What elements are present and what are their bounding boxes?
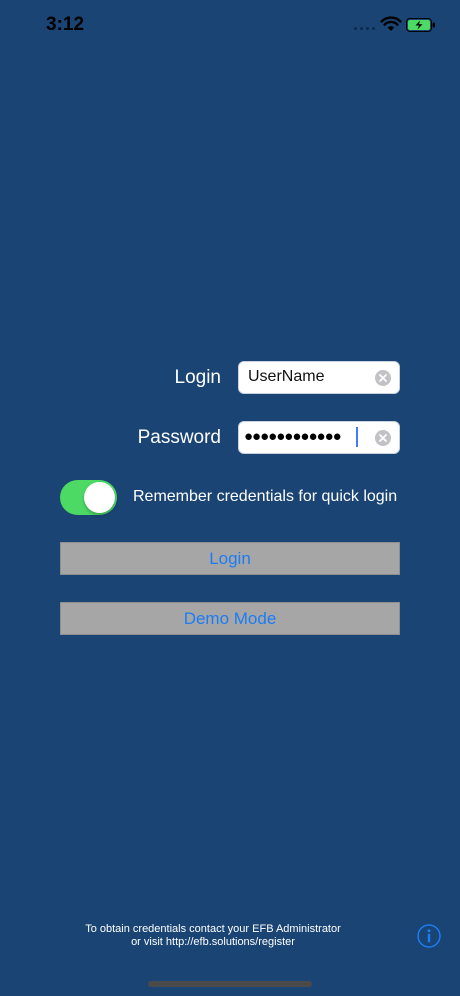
remember-label: Remember credentials for quick login	[133, 488, 398, 505]
clear-icon[interactable]	[375, 370, 391, 386]
login-button[interactable]: Login	[60, 542, 400, 575]
home-indicator	[148, 981, 312, 987]
demo-mode-button[interactable]: Demo Mode	[60, 602, 400, 635]
footer-text: To obtain credentials contact your EFB A…	[40, 923, 386, 949]
username-value: UserName	[248, 368, 325, 385]
status-bar: 3:12	[0, 0, 460, 50]
info-icon[interactable]	[417, 924, 441, 948]
footer-line-2: or visit http://efb.solutions/register	[131, 936, 295, 948]
remember-toggle[interactable]	[60, 480, 117, 515]
wifi-icon	[380, 16, 402, 31]
toggle-knob	[84, 482, 115, 513]
battery-charging-icon	[406, 18, 435, 32]
password-value: ●●●●●●●●●●●●	[244, 428, 342, 445]
footer-line-1: To obtain credentials contact your EFB A…	[85, 923, 341, 935]
password-label: Password	[137, 427, 221, 448]
clear-icon[interactable]	[375, 430, 391, 446]
username-input[interactable]: UserName	[238, 361, 400, 394]
login-label: Login	[174, 367, 222, 388]
password-input[interactable]: ●●●●●●●●●●●●	[238, 421, 400, 454]
status-time: 3:12	[46, 14, 85, 35]
text-caret	[356, 427, 358, 447]
signal-icon	[354, 27, 378, 31]
